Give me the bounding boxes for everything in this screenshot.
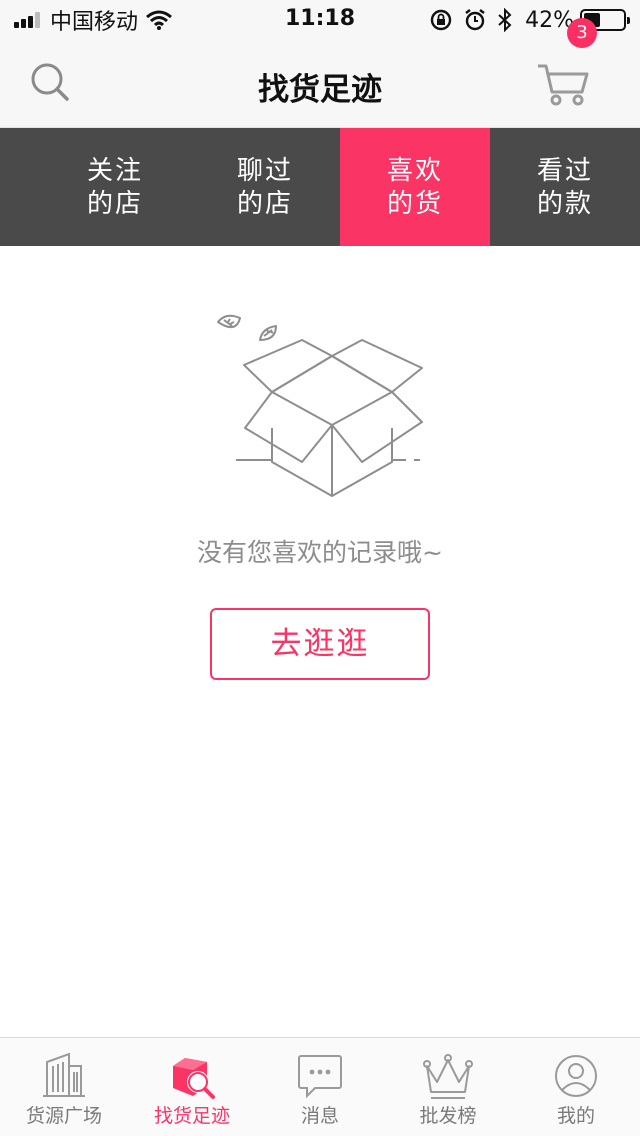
tab-label-line1: 聊过 — [236, 156, 293, 186]
nav-label: 消息 — [300, 1105, 339, 1127]
empty-message: 没有您喜欢的记录哦~ — [197, 538, 443, 567]
profile-icon — [555, 1055, 597, 1097]
status-bar: 中国移动 11:18 42% — [0, 0, 640, 40]
alarm-icon — [465, 9, 485, 31]
tab-label-line1: 喜欢 — [386, 156, 443, 186]
building-icon — [43, 1052, 85, 1097]
category-tabs: 关注 的店 聊过 的店 喜欢 的货 看过 的款 — [0, 128, 640, 246]
nav-label: 货源广场 — [25, 1105, 102, 1127]
orientation-lock-icon — [430, 9, 452, 31]
tab-label-line1: 关注 — [86, 156, 143, 186]
tab-liked-goods[interactable]: 喜欢 的货 — [340, 128, 490, 246]
bottom-nav: 货源广场 找货足迹 消息 批发榜 我的 — [0, 1037, 640, 1136]
nav-item-wholesale-ranking[interactable]: 批发榜 — [384, 1038, 512, 1136]
footprint-search-icon — [173, 1058, 215, 1099]
tab-label-line1: 看过 — [536, 156, 593, 186]
cart-badge: 3 — [567, 18, 597, 48]
nav-label: 我的 — [556, 1105, 595, 1127]
nav-item-source-market[interactable]: 货源广场 — [0, 1038, 128, 1136]
crown-icon — [423, 1054, 473, 1099]
nav-label: 找货足迹 — [153, 1105, 230, 1127]
tab-label-line2: 的款 — [536, 189, 593, 219]
nav-item-footprints[interactable]: 找货足迹 — [128, 1038, 256, 1136]
nav-item-messages[interactable]: 消息 — [256, 1038, 384, 1136]
tab-chatted-shops[interactable]: 聊过 的店 — [190, 128, 340, 246]
tab-viewed-items[interactable]: 看过 的款 — [490, 128, 640, 246]
search-icon[interactable] — [28, 60, 72, 104]
header-bar: 找货足迹 — [0, 40, 640, 128]
message-icon — [298, 1055, 342, 1099]
bluetooth-icon — [498, 8, 512, 32]
nav-label: 批发榜 — [419, 1105, 477, 1127]
tab-followed-shops[interactable]: 关注 的店 — [40, 128, 190, 246]
empty-box-icon — [217, 314, 423, 497]
cart-icon[interactable] — [536, 62, 592, 106]
tab-label-line2: 的店 — [86, 189, 143, 219]
nav-item-profile[interactable]: 我的 — [512, 1038, 640, 1136]
browse-button[interactable]: 去逛逛 — [210, 608, 430, 680]
tab-label-line2: 的店 — [236, 189, 293, 219]
tab-label-line2: 的货 — [386, 189, 443, 219]
